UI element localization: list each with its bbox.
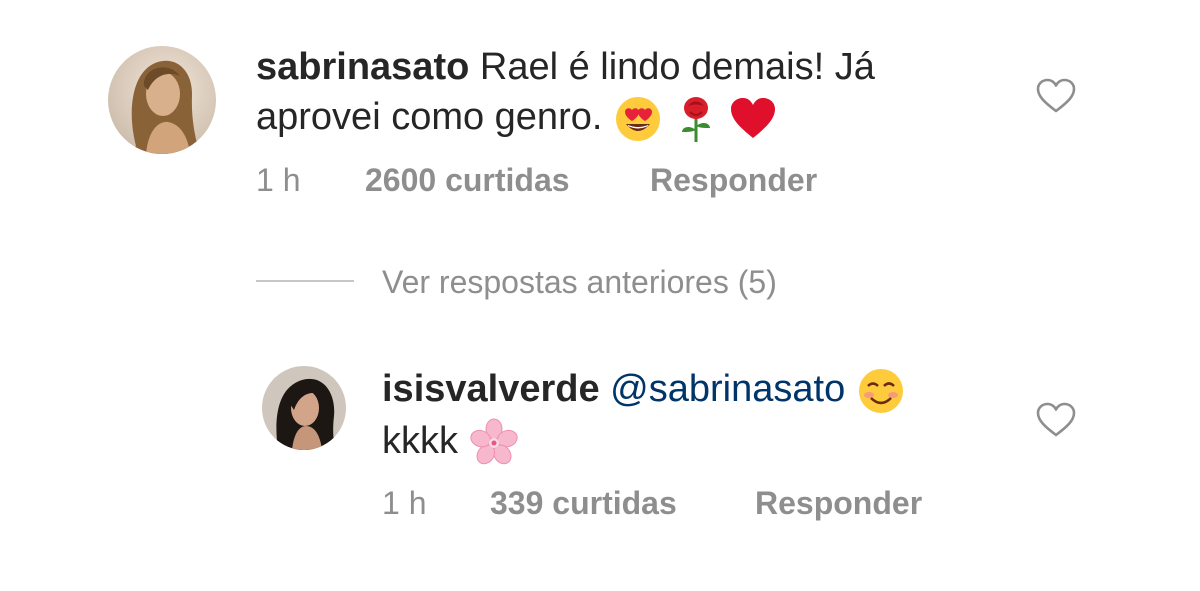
view-previous-replies-link[interactable]: Ver respostas anteriores (5) bbox=[382, 264, 777, 301]
likes-count[interactable]: 339 curtidas bbox=[490, 485, 677, 522]
smiling-blush-emoji-icon bbox=[856, 366, 906, 416]
reply-button[interactable]: Responder bbox=[755, 485, 922, 522]
comment-username[interactable]: isisvalverde bbox=[382, 368, 600, 410]
mention-link[interactable]: @sabrinasato bbox=[610, 368, 845, 410]
comment-body-2: isisvalverde @sabrinasato kkkk bbox=[382, 364, 982, 468]
avatar-sabrinasato[interactable] bbox=[108, 46, 216, 154]
cherry-blossom-emoji-icon bbox=[469, 418, 519, 468]
comment-username[interactable]: sabrinasato bbox=[256, 46, 469, 88]
like-heart-icon[interactable] bbox=[1036, 402, 1076, 438]
red-heart-emoji-icon bbox=[728, 94, 778, 144]
comment-text: kkkk bbox=[382, 419, 458, 462]
like-heart-icon[interactable] bbox=[1036, 78, 1076, 114]
comment-meta-1: 1 h 2600 curtidas Responder bbox=[256, 162, 956, 202]
heart-eyes-emoji-icon bbox=[613, 94, 663, 144]
comment-time: 1 h bbox=[256, 162, 301, 198]
comment-meta-2: 1 h 339 curtidas Responder bbox=[382, 485, 982, 525]
replies-divider bbox=[256, 280, 354, 282]
likes-count[interactable]: 2600 curtidas bbox=[365, 162, 570, 199]
rose-emoji-icon bbox=[674, 94, 718, 144]
avatar-isisvalverde[interactable] bbox=[262, 366, 346, 450]
reply-button[interactable]: Responder bbox=[650, 162, 817, 199]
comment-time: 1 h bbox=[382, 485, 427, 521]
comments-view: sabrinasato Rael é lindo demais! Já apro… bbox=[0, 0, 1200, 591]
comment-body-1: sabrinasato Rael é lindo demais! Já apro… bbox=[256, 42, 976, 144]
